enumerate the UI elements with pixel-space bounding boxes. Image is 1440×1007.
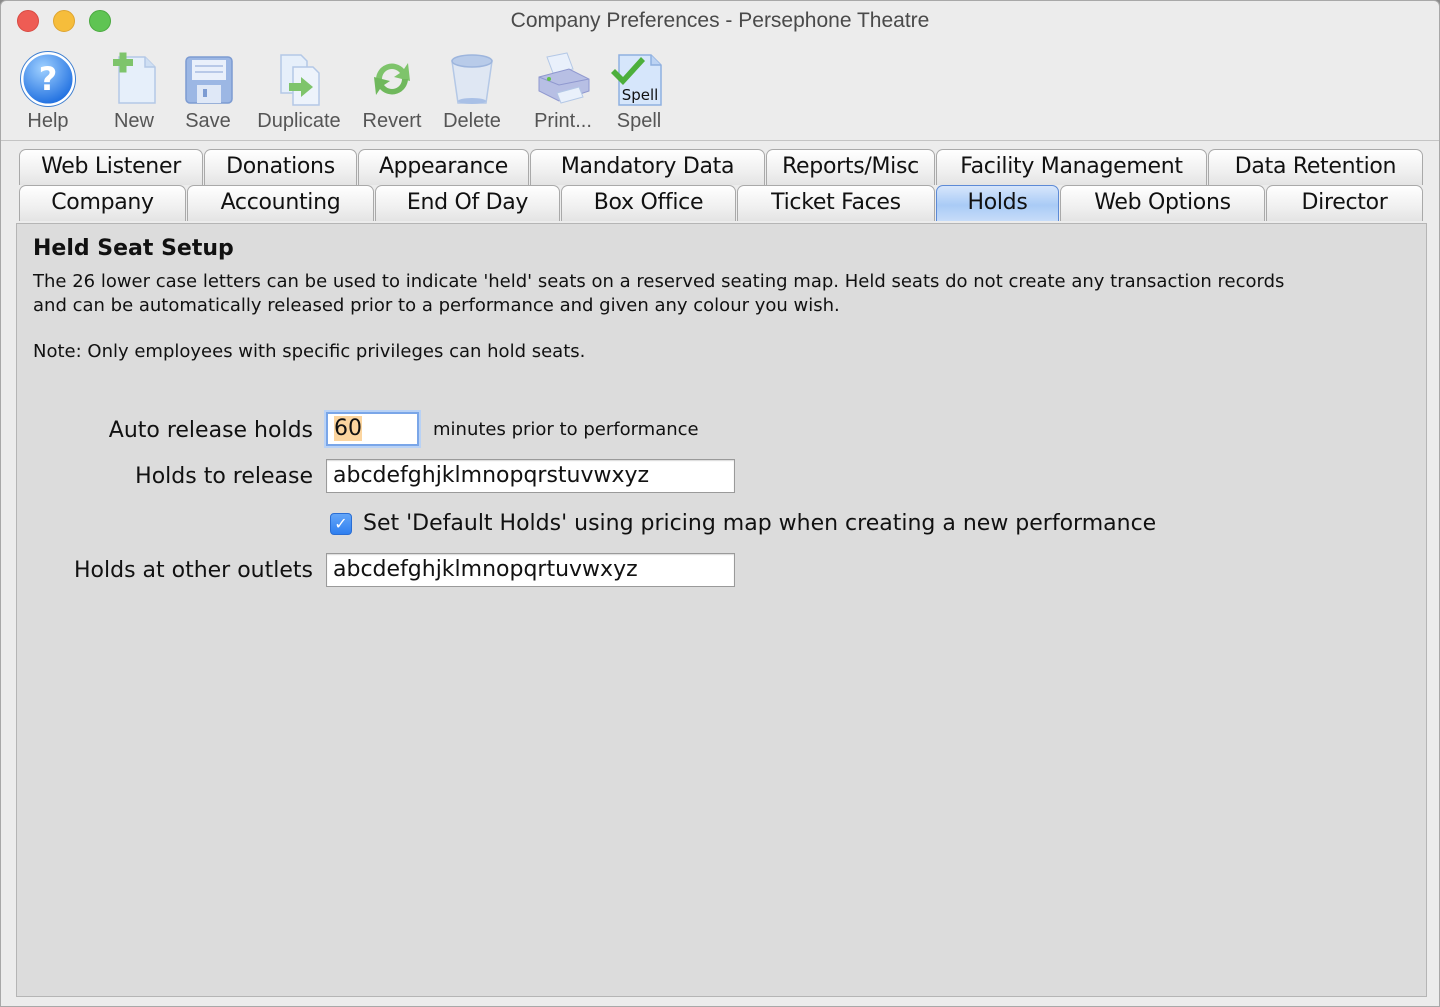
tab-web-listener[interactable]: Web Listener <box>19 149 203 185</box>
holds-to-release-input[interactable]: abcdefghjklmnopqrstuvwxyz <box>326 459 735 493</box>
help-label: Help <box>27 110 69 132</box>
spell-label: Spell <box>616 110 662 132</box>
revert-button[interactable]: Revert <box>359 49 425 133</box>
toolbar: ? Help New Save Duplicate Revert Delete … <box>1 41 1439 141</box>
save-label: Save <box>185 110 231 132</box>
tab-accounting[interactable]: Accounting <box>187 185 374 221</box>
tab-ticket-faces[interactable]: Ticket Faces <box>737 185 935 221</box>
spell-button[interactable]: Spell Spell <box>607 49 671 133</box>
tab-data-retention[interactable]: Data Retention <box>1208 149 1423 185</box>
tab-row-1: Web Listener Donations Appearance Mandat… <box>19 149 1425 185</box>
holds-panel: Held Seat Setup The 26 lower case letter… <box>16 223 1427 997</box>
delete-bin-icon <box>451 54 493 104</box>
print-label: Print... <box>534 110 592 132</box>
revert-label: Revert <box>362 110 422 132</box>
tab-facility-management[interactable]: Facility Management <box>936 149 1207 185</box>
printer-icon <box>538 52 590 104</box>
holds-other-outlets-label: Holds at other outlets <box>73 558 313 583</box>
preferences-window: Company Preferences - Persephone Theatre… <box>0 0 1440 1007</box>
holds-other-outlets-input[interactable]: abcdefghjklmnopqrtuvwxyz <box>326 553 735 587</box>
duplicate-icon <box>280 54 320 106</box>
new-document-icon <box>113 52 156 104</box>
spell-check-icon: Spell <box>611 54 662 106</box>
auto-release-value: 60 <box>334 416 362 441</box>
holds-to-release-label: Holds to release <box>135 464 313 489</box>
revert-icon <box>374 63 410 95</box>
auto-release-label: Auto release holds <box>108 418 313 443</box>
default-holds-label[interactable]: Set 'Default Holds' using pricing map wh… <box>363 511 1156 536</box>
title-bar[interactable]: Company Preferences - Persephone Theatre <box>1 1 1439 41</box>
zoom-window-button[interactable] <box>89 10 111 32</box>
tab-row-2: Company Accounting End Of Day Box Office… <box>19 185 1425 221</box>
help-button[interactable]: ? Help <box>17 49 79 133</box>
auto-release-minutes-input[interactable]: 60 <box>326 412 419 446</box>
svg-text:?: ? <box>39 60 58 98</box>
tab-web-options[interactable]: Web Options <box>1060 185 1265 221</box>
close-window-button[interactable] <box>17 10 39 32</box>
tab-appearance[interactable]: Appearance <box>358 149 529 185</box>
save-button[interactable]: Save <box>179 49 237 133</box>
new-label: New <box>113 110 154 132</box>
tab-reports-misc[interactable]: Reports/Misc <box>766 149 935 185</box>
tab-donations[interactable]: Donations <box>204 149 357 185</box>
default-holds-checkbox[interactable]: ✓ <box>330 513 352 535</box>
minimize-window-button[interactable] <box>53 10 75 32</box>
tab-end-of-day[interactable]: End Of Day <box>375 185 560 221</box>
tab-director[interactable]: Director <box>1266 185 1423 221</box>
tab-holds[interactable]: Holds <box>936 185 1059 221</box>
delete-button[interactable]: Delete <box>439 49 505 133</box>
panel-description: The 26 lower case letters can be used to… <box>33 270 1413 318</box>
checkmark-icon: ✓ <box>334 514 348 533</box>
save-floppy-icon <box>185 56 233 104</box>
help-icon: ? <box>20 51 76 107</box>
tab-company[interactable]: Company <box>19 185 186 221</box>
tab-mandatory-data[interactable]: Mandatory Data <box>530 149 765 185</box>
panel-title: Held Seat Setup <box>33 236 234 261</box>
privileges-note: Note: Only employees with specific privi… <box>33 341 586 362</box>
description-line-1: The 26 lower case letters can be used to… <box>33 271 1285 292</box>
auto-release-suffix: minutes prior to performance <box>433 419 699 440</box>
description-line-2: and can be automatically released prior … <box>33 295 840 316</box>
duplicate-button[interactable]: Duplicate <box>253 49 345 133</box>
tab-box-office[interactable]: Box Office <box>561 185 736 221</box>
window-title: Company Preferences - Persephone Theatre <box>510 9 930 32</box>
print-button[interactable]: Print... <box>527 49 599 133</box>
delete-label: Delete <box>443 110 501 132</box>
new-button[interactable]: New <box>105 49 163 133</box>
duplicate-label: Duplicate <box>257 110 341 132</box>
svg-text:Spell: Spell <box>622 86 659 104</box>
